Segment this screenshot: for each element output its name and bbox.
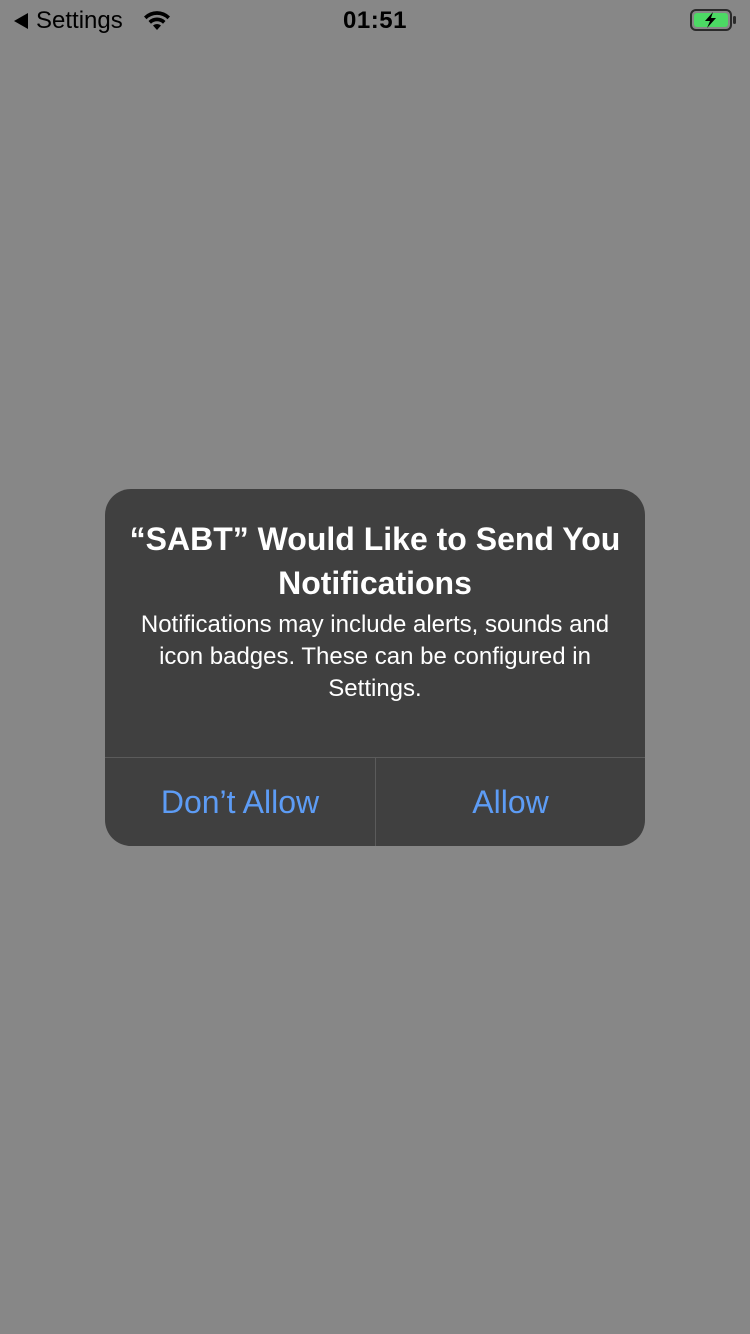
notification-permission-alert: “SABT” Would Like to Send You Notificati… — [105, 489, 645, 846]
status-bar: Settings 01:51 — [0, 0, 750, 40]
status-time: 01:51 — [343, 7, 407, 34]
alert-message: Notifications may include alerts, sounds… — [140, 611, 610, 702]
allow-button[interactable]: Allow — [376, 758, 645, 846]
alert-title: “SABT” Would Like to Send You Notificati… — [129, 521, 621, 601]
battery-charging-icon — [690, 9, 736, 31]
dont-allow-button[interactable]: Don’t Allow — [105, 758, 375, 846]
